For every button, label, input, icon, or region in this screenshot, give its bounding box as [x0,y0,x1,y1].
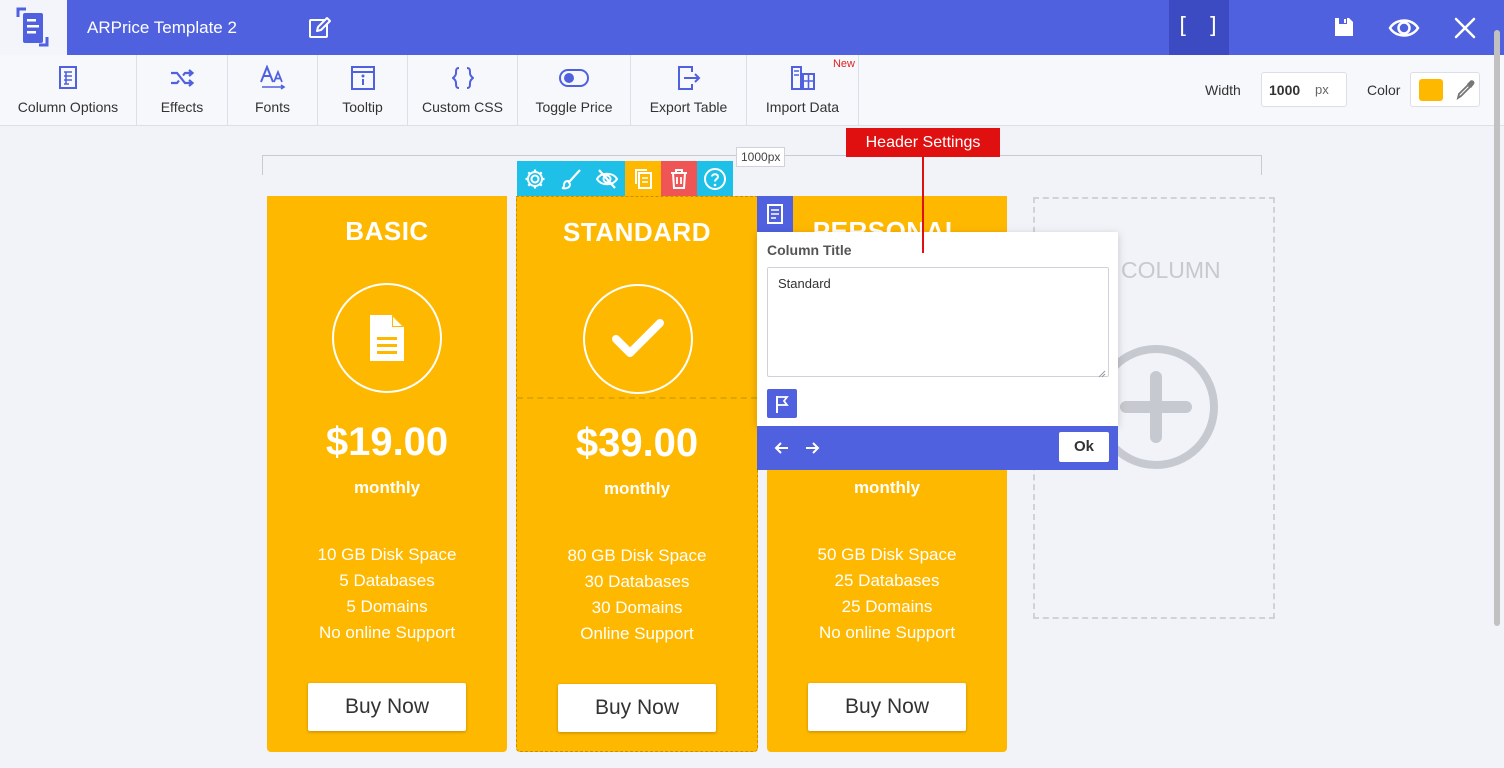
tool-custom-css[interactable]: Custom CSS [408,55,518,125]
tool-label: Import Data [765,99,840,115]
feature-item: 25 Domains [841,597,933,616]
duplicate-icon[interactable] [625,161,661,196]
fullscreen-bracket-button[interactable]: [ ] [1169,0,1229,55]
edit-title-icon[interactable] [308,16,332,40]
header-settings-tab-icon[interactable] [757,196,793,232]
feature-item: 5 Domains [346,597,428,616]
pricing-column-standard[interactable]: STANDARD $39.00 monthly 80 GB Disk Space… [516,196,758,752]
feature-item: 25 Databases [834,571,940,590]
vertical-scrollbar[interactable] [1494,30,1500,626]
close-icon[interactable] [1452,15,1478,46]
settings-gear-icon[interactable] [517,161,553,196]
color-input [1410,72,1480,107]
color-label: Color [1367,82,1401,98]
column-title: BASIC [345,216,429,246]
delete-trash-icon[interactable] [661,161,697,196]
tool-label: Tooltip [342,99,383,115]
save-icon[interactable] [1332,15,1356,44]
column-title-label: Column Title [767,242,852,258]
tool-column-options[interactable]: Column Options [0,55,137,125]
column-title: STANDARD [563,217,711,247]
flag-icon[interactable] [767,389,797,418]
width-unit: px [1315,82,1329,97]
tool-export-table[interactable]: Export Table [631,55,747,125]
tool-effects[interactable]: Effects [137,55,228,125]
width-input[interactable]: 1000 px [1261,72,1347,107]
section-divider [517,397,757,399]
tool-label: Column Options [17,99,119,115]
column-price: $19.00 [325,420,449,464]
tool-label: Toggle Price [535,99,613,115]
column-period: monthly [353,478,421,497]
eyedropper-icon[interactable] [1455,79,1475,106]
tooltip-icon [318,65,407,91]
feature-item: 5 Databases [339,571,435,590]
tool-toggle-price[interactable]: Toggle Price [518,55,631,125]
hide-eye-icon[interactable] [589,161,625,196]
arrow-right-icon[interactable] [804,440,820,461]
column-period: monthly [853,478,921,497]
ruler-width-label: 1000px [736,147,786,167]
tool-import-data[interactable]: Import Data New [747,55,859,125]
feature-list: 50 GB Disk Space 25 Databases 25 Domains… [767,542,1007,646]
document-icon [370,315,404,361]
column-icon-circle [583,284,693,394]
preview-eye-icon[interactable] [1388,15,1420,46]
tool-label: Effects [160,99,204,115]
tool-label: Custom CSS [422,99,503,115]
arrow-left-icon[interactable] [774,440,790,461]
feature-item: 50 GB Disk Space [817,545,957,564]
new-badge: New [832,58,855,70]
feature-item: 10 GB Disk Space [317,545,457,564]
logo [0,0,67,55]
feature-item: Online Support [580,624,694,643]
resize-grip-icon[interactable] [1097,365,1106,383]
fonts-icon [228,65,317,91]
column-period: monthly [603,479,671,498]
width-label: Width [1205,82,1241,98]
column-title-field[interactable]: Standard [767,267,1109,377]
checkmark-icon [612,319,664,357]
column-action-toolbar [517,161,733,196]
buy-now-button[interactable]: Buy Now [808,683,966,731]
help-question-icon[interactable] [697,161,733,196]
column-options-icon [0,65,136,91]
color-swatch[interactable] [1419,79,1443,101]
width-value: 1000 [1269,82,1301,98]
logo-icon [16,7,49,47]
buy-now-button[interactable]: Buy Now [308,683,466,731]
paint-brush-icon[interactable] [553,161,589,196]
feature-item: 30 Databases [584,572,690,591]
feature-item: No online Support [818,623,956,642]
feature-item: 80 GB Disk Space [567,546,707,565]
tool-tooltip[interactable]: Tooltip [318,55,408,125]
feature-list: 80 GB Disk Space 30 Databases 30 Domains… [517,543,757,647]
header-settings-footer: Ok [757,426,1118,470]
tool-label: Fonts [254,99,290,115]
tool-fonts[interactable]: Fonts [228,55,318,125]
export-icon [631,65,746,91]
tool-label: Export Table [649,99,728,115]
buy-now-button[interactable]: Buy Now [558,684,716,732]
column-icon-circle [332,283,442,393]
feature-item: No online Support [318,623,456,642]
feature-list: 10 GB Disk Space 5 Databases 5 Domains N… [267,542,507,646]
toggle-icon [518,65,630,91]
ok-button[interactable]: Ok [1059,432,1109,462]
top-bar: ARPrice Template 2 [ ] [0,0,1504,55]
pricing-column-basic[interactable]: BASIC $19.00 monthly 10 GB Disk Space 5 … [267,196,507,752]
app-title: ARPrice Template 2 [87,18,237,37]
callout-pointer-line [922,157,924,253]
shuffle-icon [137,65,227,91]
toolbar: Column Options Effects Fonts Tooltip Cus… [0,55,1504,126]
column-price: $39.00 [575,421,699,465]
braces-icon [408,65,517,91]
feature-item: 30 Domains [591,598,683,617]
header-settings-panel: Column Title Standard [757,232,1118,426]
header-settings-callout: Header Settings [846,128,1000,157]
